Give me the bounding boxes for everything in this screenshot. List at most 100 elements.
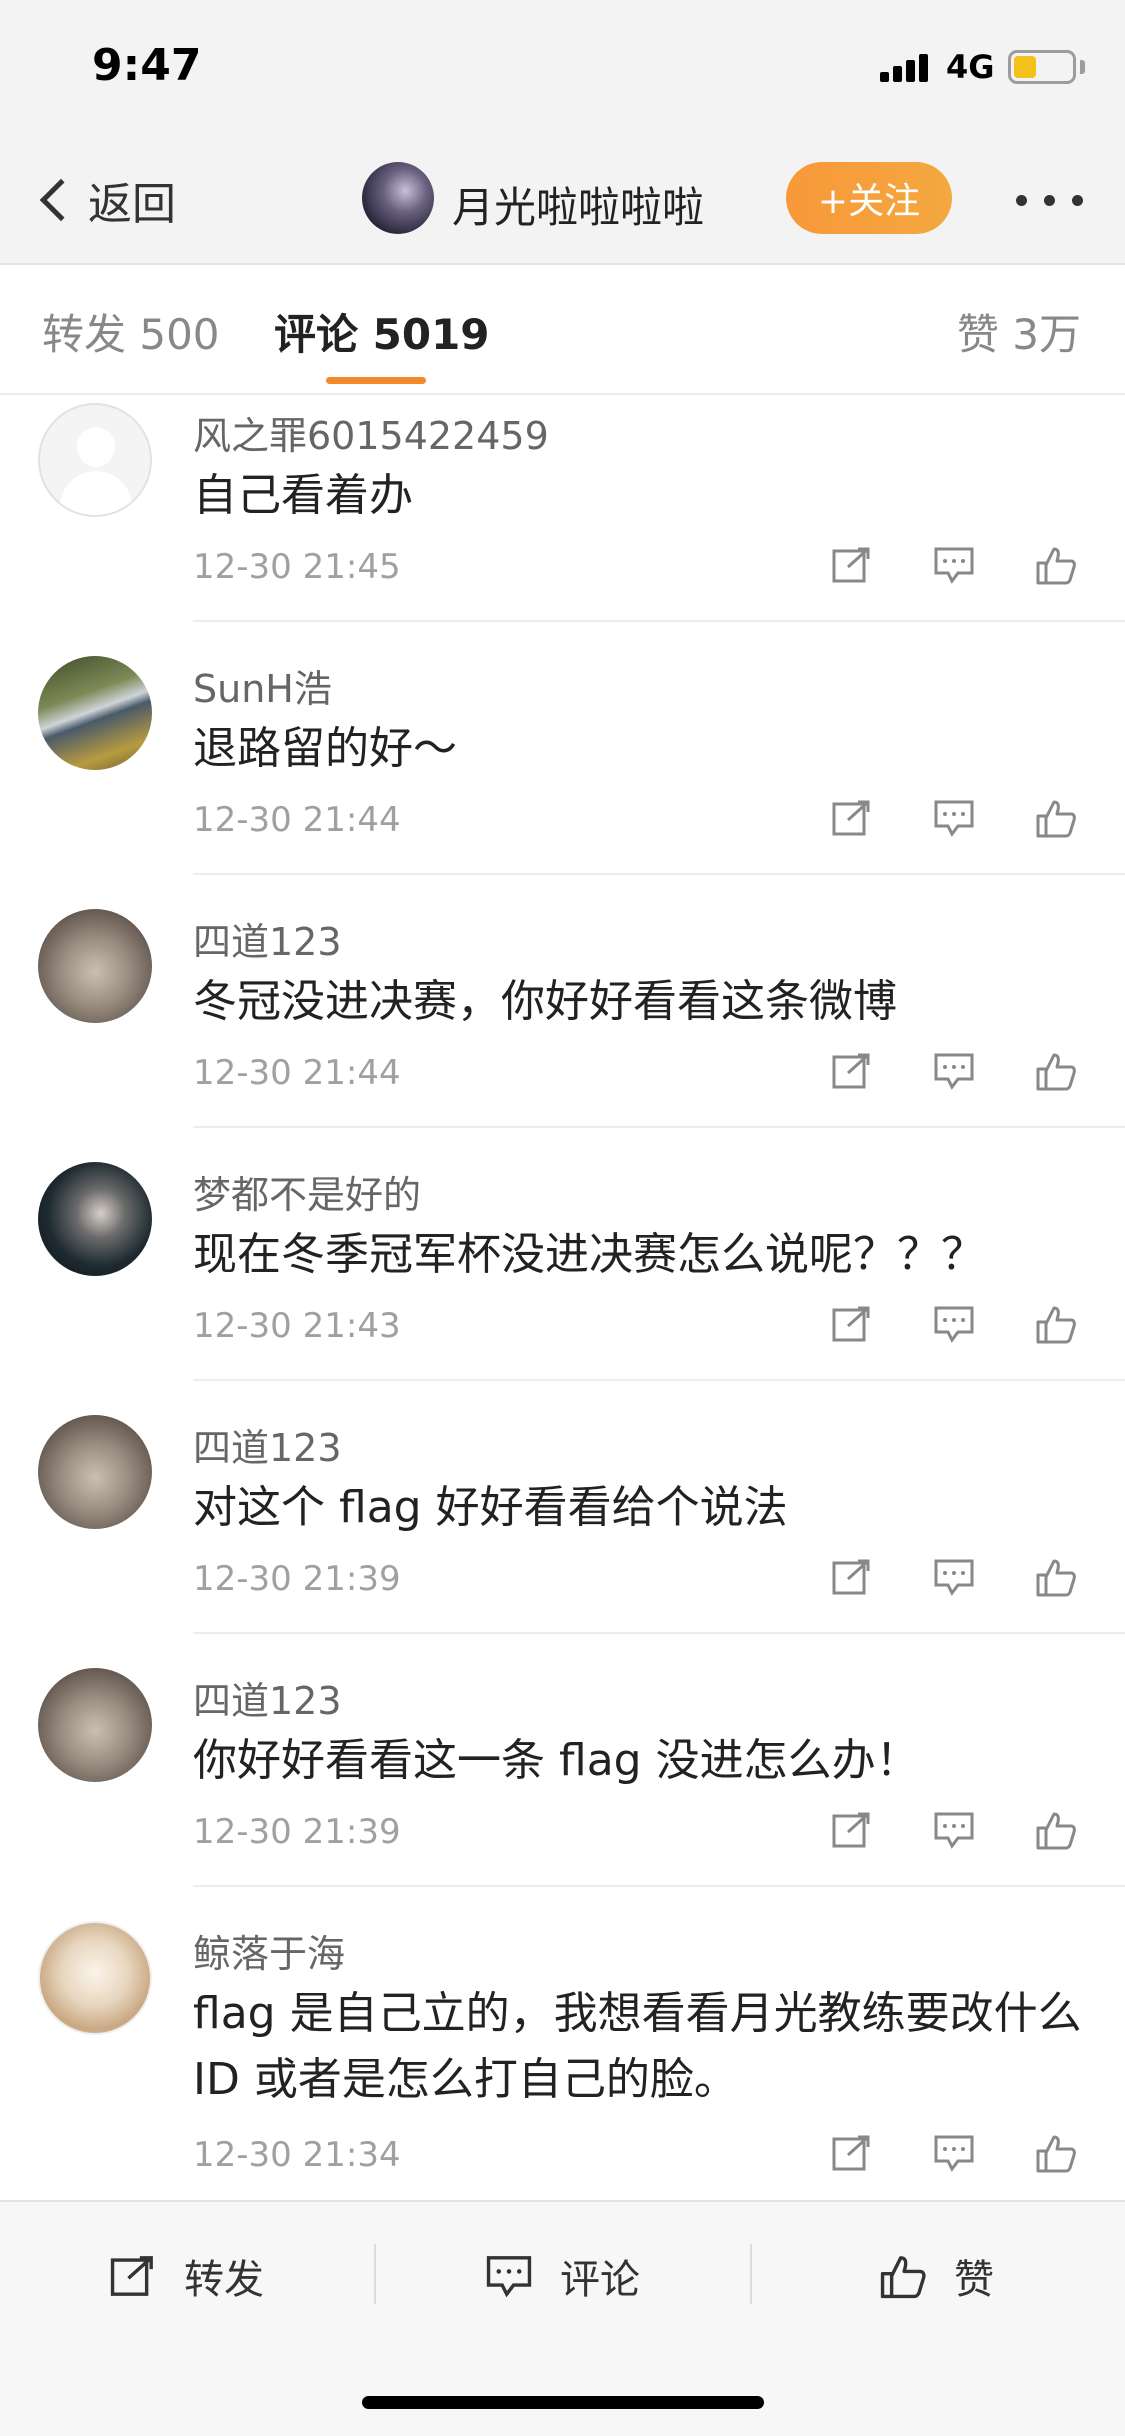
author-name[interactable]: 月光啦啦啦啦: [452, 174, 704, 235]
person-avatar[interactable]: [38, 1162, 152, 1276]
list-item: 风之罪6015422459 自己看着办 12-30 21:45: [0, 397, 1125, 650]
divider: [193, 873, 1125, 875]
like-icon[interactable]: [1034, 1049, 1084, 1099]
comment-icon[interactable]: [932, 543, 982, 593]
comment-actions: [830, 543, 1090, 593]
like-icon[interactable]: [1034, 796, 1084, 846]
comment-icon: [486, 2256, 532, 2298]
comment-icon[interactable]: [932, 1049, 982, 1099]
comment-author[interactable]: 四道123: [193, 1670, 342, 1725]
cat-avatar[interactable]: [38, 1668, 152, 1782]
comment-time: 12-30 21:34: [193, 2135, 401, 2175]
comment-label: 评论: [560, 2257, 640, 2303]
comment-icon[interactable]: [932, 796, 982, 846]
chevron-left-icon: [39, 178, 83, 222]
share-icon[interactable]: [830, 543, 880, 593]
like-icon[interactable]: [1034, 1808, 1084, 1858]
like-icon[interactable]: [1034, 543, 1084, 593]
tab-likes[interactable]: 赞 3万: [957, 301, 1081, 362]
comment-actions: [830, 1555, 1090, 1605]
status-time: 9:47: [92, 40, 202, 91]
like-label: 赞: [954, 2257, 994, 2303]
comment-author[interactable]: 四道123: [193, 911, 342, 966]
active-tab-indicator: [326, 377, 426, 384]
list-item: SunH浩 退路留的好～ 12-30 21:44: [0, 650, 1125, 903]
cat-avatar[interactable]: [38, 1415, 152, 1529]
comment-time: 12-30 21:39: [193, 1559, 401, 1599]
divider: [374, 2244, 376, 2304]
comment-text: 对这个 flag 好好看看给个说法: [193, 1482, 788, 1533]
comment-text: 自己看着办: [193, 470, 413, 521]
list-item: 四道123 你好好看看这一条 flag 没进怎么办！ 12-30 21:39: [0, 1662, 1125, 1915]
follow-button[interactable]: +关注: [786, 162, 952, 234]
comment-author[interactable]: 四道123: [193, 1417, 342, 1472]
tab-comment[interactable]: 评论 5019: [274, 301, 490, 362]
like-button[interactable]: 赞: [878, 2246, 994, 2306]
share-icon[interactable]: [830, 1049, 880, 1099]
tab-repost[interactable]: 转发 500: [42, 301, 220, 362]
comment-icon[interactable]: [932, 1555, 982, 1605]
comment-icon[interactable]: [932, 1808, 982, 1858]
repost-button[interactable]: 转发: [108, 2246, 264, 2306]
battery-icon: [1008, 50, 1076, 84]
divider: [193, 1379, 1125, 1381]
share-icon[interactable]: [830, 796, 880, 846]
cat-avatar[interactable]: [38, 909, 152, 1023]
comment-actions: [830, 2131, 1090, 2181]
comment-button[interactable]: 评论: [484, 2246, 640, 2306]
share-icon: [110, 2256, 153, 2296]
comment-author[interactable]: 风之罪6015422459: [193, 405, 549, 460]
comment-time: 12-30 21:44: [193, 800, 401, 840]
back-label: 返回: [88, 179, 176, 230]
divider: [193, 1632, 1125, 1634]
comment-time: 12-30 21:45: [193, 547, 401, 587]
comment-icon[interactable]: [932, 2131, 982, 2181]
nav-bar: 返回 月光啦啦啦啦 +关注: [0, 140, 1125, 265]
like-icon[interactable]: [1034, 1555, 1084, 1605]
divider: [193, 1885, 1125, 1887]
comment-time: 12-30 21:43: [193, 1306, 401, 1346]
battery-tip: [1080, 60, 1085, 74]
anime-avatar[interactable]: [38, 1921, 152, 2035]
like-icon[interactable]: [1034, 2131, 1084, 2181]
network-type: 4G: [946, 48, 995, 86]
share-icon[interactable]: [830, 1808, 880, 1858]
comment-author[interactable]: SunH浩: [193, 658, 332, 713]
comment-text: 退路留的好～: [193, 723, 457, 774]
list-item: 四道123 冬冠没进决赛，你好好看看这条微博 12-30 21:44: [0, 903, 1125, 1156]
comment-icon[interactable]: [932, 1302, 982, 1352]
default-avatar[interactable]: [38, 403, 152, 517]
like-icon: [880, 2256, 926, 2299]
like-icon[interactable]: [1034, 1302, 1084, 1352]
divider: [193, 1126, 1125, 1128]
share-icon[interactable]: [830, 1302, 880, 1352]
back-button[interactable]: 返回: [34, 170, 176, 230]
comment-time: 12-30 21:44: [193, 1053, 401, 1093]
cellular-signal-icon: [880, 52, 934, 82]
more-options-icon[interactable]: [1012, 180, 1088, 220]
comment-actions: [830, 796, 1090, 846]
author-avatar[interactable]: [362, 162, 434, 234]
comment-time: 12-30 21:39: [193, 1812, 401, 1852]
comment-author[interactable]: 梦都不是好的: [193, 1164, 421, 1219]
street-photo-avatar[interactable]: [38, 656, 152, 770]
comment-author[interactable]: 鲸落于海: [193, 1923, 345, 1978]
comment-text: 现在冬季冠军杯没进决赛怎么说呢？？？: [193, 1229, 985, 1280]
comment-text: 冬冠没进决赛，你好好看看这条微博: [193, 976, 897, 1027]
share-icon[interactable]: [830, 1555, 880, 1605]
comment-text: 你好好看看这一条 flag 没进怎么办！: [193, 1735, 920, 1786]
divider: [193, 620, 1125, 622]
comment-actions: [830, 1808, 1090, 1858]
comment-list: 风之罪6015422459 自己看着办 12-30 21:45 SunH浩 退路…: [0, 397, 1125, 2215]
comment-actions: [830, 1049, 1090, 1099]
tab-bar: 转发 500 评论 5019 赞 3万: [0, 267, 1125, 395]
status-bar: 9:47 4G: [0, 0, 1125, 140]
share-icon[interactable]: [830, 2131, 880, 2181]
comment-actions: [830, 1302, 1090, 1352]
list-item: 四道123 对这个 flag 好好看看给个说法 12-30 21:39: [0, 1409, 1125, 1662]
comment-text: flag 是自己立的，我想看看月光教练要改什么 ID 或者是怎么打自己的脸。: [193, 1988, 1082, 2105]
divider: [750, 2244, 752, 2304]
repost-label: 转发: [184, 2257, 264, 2303]
home-indicator[interactable]: [362, 2396, 764, 2409]
list-item: 梦都不是好的 现在冬季冠军杯没进决赛怎么说呢？？？ 12-30 21:43: [0, 1156, 1125, 1409]
